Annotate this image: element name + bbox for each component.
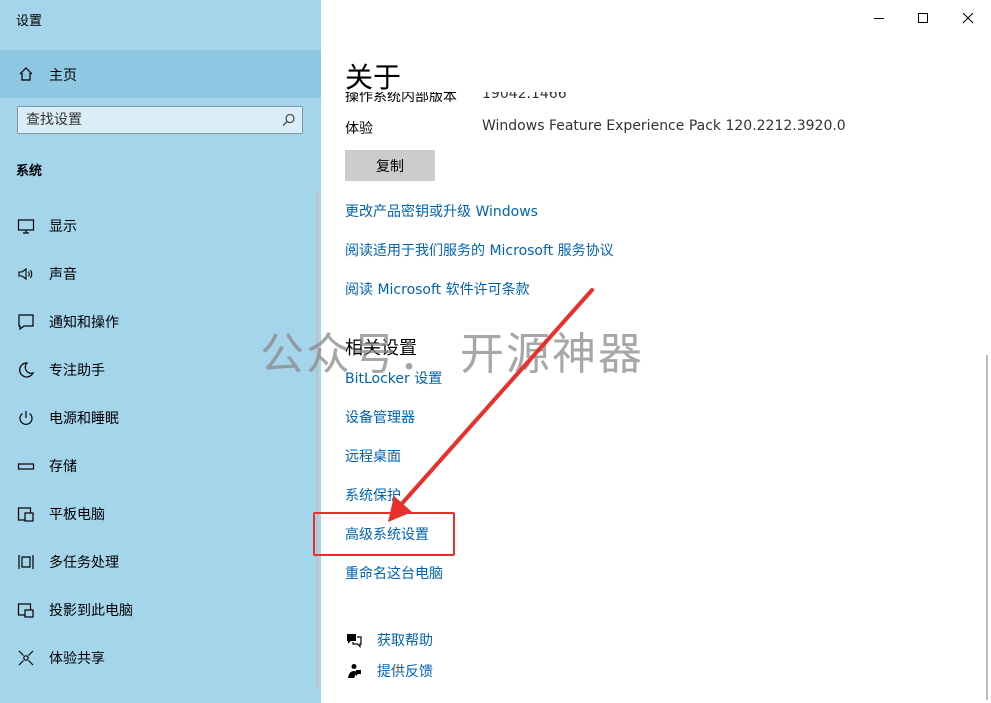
spec-value: 19042.1466 bbox=[482, 92, 567, 102]
window-title: 设置 bbox=[16, 14, 43, 29]
copy-button[interactable]: 复制 bbox=[345, 150, 435, 181]
sidebar-item-label: 通知和操作 bbox=[49, 315, 119, 331]
power-icon bbox=[19, 411, 33, 425]
watermark-text: 公众号： 开源神器 bbox=[260, 329, 644, 380]
spec-row-experience: 体验 Windows Feature Experience Pack 120.2… bbox=[345, 118, 945, 138]
link-rename-pc[interactable]: 重命名这台电脑 bbox=[345, 563, 443, 583]
sidebar-item-sound[interactable]: 声音 bbox=[0, 252, 321, 296]
link-device-manager[interactable]: 设备管理器 bbox=[345, 407, 415, 427]
sidebar-item-home[interactable]: 主页 bbox=[0, 50, 321, 98]
help-label: 提供反馈 bbox=[377, 664, 433, 680]
sidebar-item-label: 专注助手 bbox=[49, 363, 105, 379]
moon-icon bbox=[19, 362, 35, 378]
sidebar-item-display[interactable]: 显示 bbox=[0, 204, 321, 248]
sidebar-item-tablet[interactable]: 平板电脑 bbox=[0, 492, 321, 536]
display-icon bbox=[17, 219, 35, 234]
sidebar-item-power[interactable]: 电源和睡眠 bbox=[0, 396, 321, 440]
sidebar-item-label: 电源和睡眠 bbox=[49, 411, 119, 427]
section-label: 系统 bbox=[16, 164, 43, 179]
search-box[interactable] bbox=[17, 106, 303, 134]
sidebar-item-label: 显示 bbox=[49, 219, 77, 235]
search-icon[interactable] bbox=[282, 113, 296, 127]
home-icon bbox=[19, 67, 33, 81]
highlight-box bbox=[313, 512, 455, 556]
link-license-terms[interactable]: 阅读 Microsoft 软件许可条款 bbox=[345, 279, 530, 299]
link-services-agreement[interactable]: 阅读适用于我们服务的 Microsoft 服务协议 bbox=[345, 240, 614, 260]
share-icon bbox=[18, 650, 34, 666]
sidebar-item-label: 投影到此电脑 bbox=[49, 603, 133, 619]
link-system-protection[interactable]: 系统保护 bbox=[345, 485, 401, 505]
sidebar-item-shared-experiences[interactable]: 体验共享 bbox=[0, 636, 321, 680]
spec-key: 体验 bbox=[345, 121, 373, 137]
multitask-icon bbox=[18, 555, 34, 569]
help-label: 获取帮助 bbox=[377, 633, 433, 649]
feedback-icon bbox=[348, 664, 361, 678]
help-row-feedback[interactable]: 提供反馈 bbox=[345, 661, 545, 681]
spec-value: Windows Feature Experience Pack 120.2212… bbox=[482, 118, 846, 134]
sidebar-item-label: 平板电脑 bbox=[49, 507, 105, 523]
storage-icon bbox=[17, 463, 35, 470]
sidebar-item-label: 体验共享 bbox=[49, 651, 105, 667]
spec-row-os-build: 操作系统内部版本 19042.1466 bbox=[345, 92, 945, 104]
search-input[interactable] bbox=[26, 111, 266, 129]
sidebar-item-label: 声音 bbox=[49, 267, 77, 283]
sidebar-item-label: 多任务处理 bbox=[49, 555, 119, 571]
sidebar-item-label: 存储 bbox=[49, 459, 77, 475]
link-change-product-key[interactable]: 更改产品密钥或升级 Windows bbox=[345, 201, 538, 221]
sidebar-item-label: 主页 bbox=[49, 68, 77, 84]
sidebar-item-storage[interactable]: 存储 bbox=[0, 444, 321, 488]
page-title: 关于 bbox=[345, 61, 402, 94]
sidebar-item-project[interactable]: 投影到此电脑 bbox=[0, 588, 321, 632]
sidebar-scrollbar[interactable] bbox=[316, 190, 318, 690]
speaker-icon bbox=[18, 267, 33, 281]
project-icon bbox=[17, 603, 34, 618]
tablet-icon bbox=[17, 507, 34, 522]
content-scrollbar[interactable] bbox=[986, 355, 988, 700]
help-row-get-help[interactable]: 获取帮助 bbox=[345, 630, 545, 650]
notification-icon bbox=[18, 314, 34, 331]
link-remote-desktop[interactable]: 远程桌面 bbox=[345, 446, 401, 466]
sidebar-item-multitasking[interactable]: 多任务处理 bbox=[0, 540, 321, 584]
help-chat-icon bbox=[347, 634, 362, 648]
spec-key: 操作系统内部版本 bbox=[345, 92, 457, 104]
